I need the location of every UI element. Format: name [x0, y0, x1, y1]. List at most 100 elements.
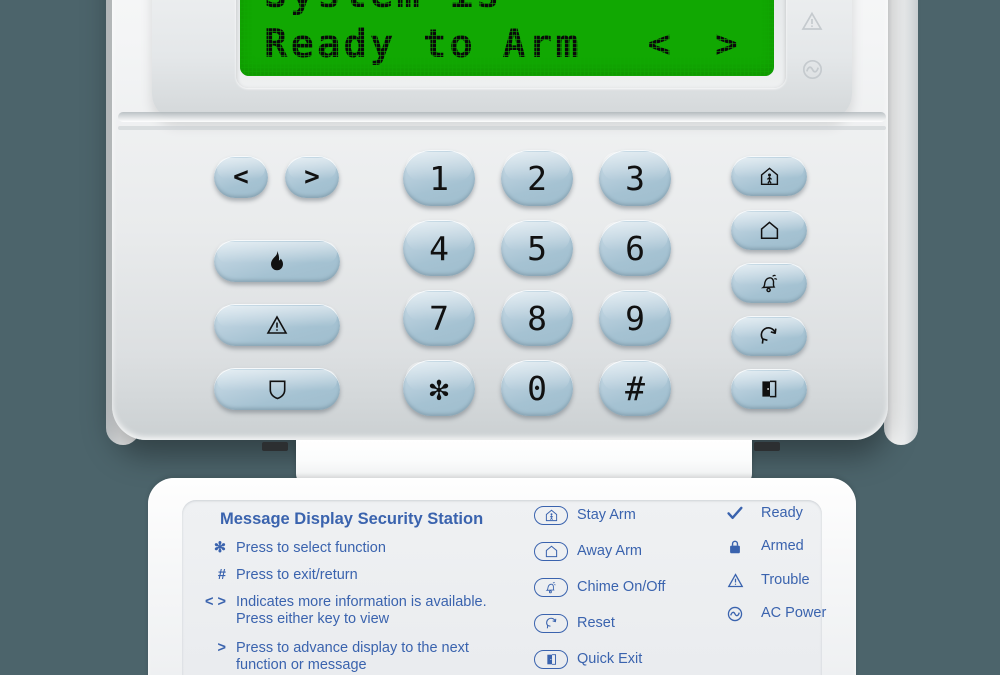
lcd-line-2: Ready to Arm	[264, 22, 582, 67]
legend-label-away-arm: Away Arm	[577, 543, 643, 560]
legend-key-arrows: < >	[205, 594, 226, 610]
legend-instruction-advance: > Press to advance display to the next f…	[192, 640, 469, 674]
legend-key-star: ✻	[213, 540, 226, 556]
legend-label-trouble: Trouble	[761, 571, 810, 588]
status-led-group	[790, 0, 834, 82]
legend-desc-exit: Press to exit/return	[236, 567, 358, 583]
key-4-label: 4	[429, 228, 449, 268]
house-person-icon	[534, 506, 568, 525]
bell-icon	[759, 273, 780, 293]
key-0[interactable]: 0	[501, 360, 573, 416]
key-8[interactable]: 8	[501, 290, 573, 346]
auxiliary-key[interactable]	[214, 304, 340, 346]
key-star-label: ✻	[429, 368, 449, 408]
door-exit-icon	[759, 379, 779, 399]
key-9[interactable]: 9	[599, 290, 671, 346]
police-key[interactable]	[214, 368, 340, 410]
legend-row-quick-exit: Quick Exit	[534, 650, 665, 669]
reset-arrows-icon	[534, 614, 568, 633]
key-1[interactable]: 1	[403, 150, 475, 206]
legend-key-hash: #	[217, 567, 226, 583]
warning-triangle-icon	[266, 315, 288, 335]
key-2-label: 2	[527, 158, 547, 198]
lcd-frame: System is Ready to Arm < >	[236, 0, 786, 88]
legend-status-column: Ready Armed Trouble AC Power	[718, 506, 826, 622]
house-icon	[534, 542, 568, 561]
housing-seam-secondary	[118, 126, 886, 130]
lcd-screen: System is Ready to Arm < >	[240, 0, 774, 76]
reset-key[interactable]	[731, 316, 807, 356]
legend-label-ready: Ready	[761, 505, 803, 521]
legend-instruction-more-info: < > Indicates more information is availa…	[192, 594, 487, 628]
shield-icon	[268, 379, 287, 400]
ac-power-icon	[718, 606, 752, 622]
legend-desc-more-info: Indicates more information is available.…	[236, 594, 487, 627]
key-hash-label: #	[625, 368, 645, 408]
right-arrow-key[interactable]: >	[285, 156, 339, 198]
label-panel-inner: Message Display Security Station ✻ Press…	[182, 500, 826, 675]
legend-label-ac-power: AC Power	[761, 605, 827, 622]
legend-label-reset: Reset	[577, 615, 615, 632]
keypad-shell-right-edge	[884, 0, 918, 445]
house-icon	[760, 220, 779, 240]
stay-arm-key[interactable]	[731, 156, 807, 196]
housing-seam	[118, 112, 886, 122]
reset-arrows-icon	[759, 326, 779, 346]
legend-label-quick-exit: Quick Exit	[577, 651, 643, 668]
legend-label-stay-arm: Stay Arm	[577, 507, 636, 524]
lcd-more-info-arrows: < >	[647, 22, 748, 67]
key-3[interactable]: 3	[599, 150, 671, 206]
label-panel: Message Display Security Station ✻ Press…	[148, 478, 856, 675]
legend-key-right-arrow: >	[217, 640, 226, 656]
legend-row-away-arm: Away Arm	[534, 542, 665, 561]
key-5[interactable]: 5	[501, 220, 573, 276]
key-1-label: 1	[429, 158, 449, 198]
legend-desc-select: Press to select function	[236, 540, 386, 556]
check-icon	[718, 506, 752, 520]
key-3-label: 3	[625, 158, 645, 198]
key-9-label: 9	[625, 298, 645, 338]
fire-key[interactable]	[214, 240, 340, 282]
key-7[interactable]: 7	[403, 290, 475, 346]
quick-exit-key[interactable]	[731, 369, 807, 409]
legend-instruction-select: ✻ Press to select function	[192, 540, 386, 557]
flame-icon	[268, 251, 286, 271]
key-6[interactable]: 6	[599, 220, 671, 276]
left-arrow-key-label: <	[233, 162, 249, 192]
ac-power-led	[799, 56, 825, 82]
key-6-label: 6	[625, 228, 645, 268]
legend-row-reset: Reset	[534, 614, 665, 633]
legend-label-armed: Armed	[761, 538, 804, 555]
hinge-notch-right	[754, 442, 780, 451]
legend-row-chime: Chime On/Off	[534, 578, 665, 597]
key-hash[interactable]: #	[599, 360, 671, 416]
legend-title: Message Display Security Station	[220, 510, 484, 528]
chime-key[interactable]	[731, 263, 807, 303]
lcd-line-1: System is	[264, 0, 502, 17]
hinge-notch-left	[262, 442, 288, 451]
legend-function-column: Stay Arm Away Arm Chime On/Off Reset Qui…	[534, 506, 665, 675]
trouble-led	[799, 8, 825, 34]
keypad-screenshot: System is Ready to Arm < > <	[0, 0, 1000, 675]
legend-label-chime: Chime On/Off	[577, 579, 666, 596]
warning-triangle-icon	[718, 572, 752, 588]
legend-row-ac-power: AC Power	[718, 606, 826, 622]
key-0-label: 0	[527, 368, 547, 408]
left-arrow-key[interactable]: <	[214, 156, 268, 198]
key-5-label: 5	[527, 228, 547, 268]
bell-icon	[534, 578, 568, 597]
key-8-label: 8	[527, 298, 547, 338]
legend-row-ready: Ready	[718, 506, 826, 521]
legend-desc-advance: Press to advance display to the next fun…	[236, 640, 469, 673]
lock-icon	[718, 539, 752, 555]
legend-row-stay-arm: Stay Arm	[534, 506, 665, 525]
legend-row-trouble: Trouble	[718, 571, 826, 588]
key-7-label: 7	[429, 298, 449, 338]
legend-instruction-exit: # Press to exit/return	[192, 567, 358, 584]
key-2[interactable]: 2	[501, 150, 573, 206]
house-person-icon	[760, 166, 779, 186]
key-star[interactable]: ✻	[403, 360, 475, 416]
away-arm-key[interactable]	[731, 210, 807, 250]
key-4[interactable]: 4	[403, 220, 475, 276]
legend-row-armed: Armed	[718, 539, 826, 555]
